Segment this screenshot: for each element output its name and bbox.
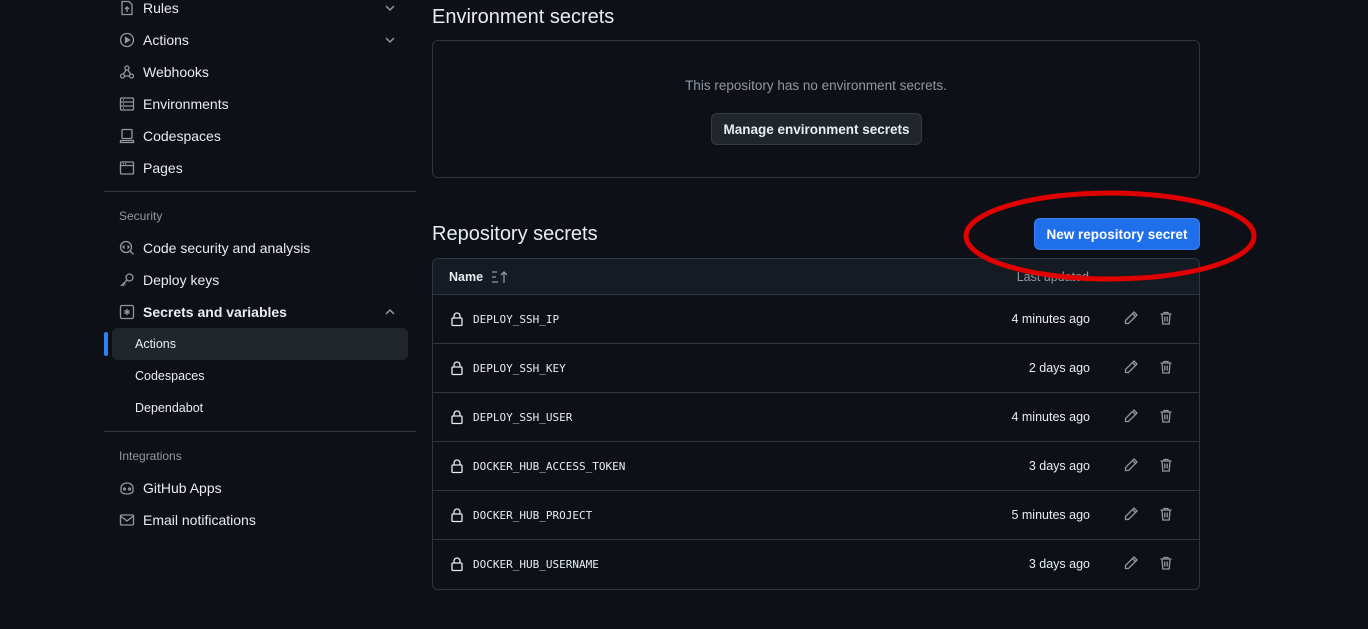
browser-icon — [119, 160, 135, 176]
sidebar-subitem-actions[interactable]: Actions — [104, 328, 408, 360]
secret-name: DEPLOY_SSH_KEY — [473, 362, 566, 375]
secret-updated: 3 days ago — [1028, 459, 1090, 473]
chevron-up-icon[interactable] — [382, 304, 398, 320]
secret-updated: 4 minutes ago — [1011, 410, 1090, 424]
table-row: DOCKER_HUB_ACCESS_TOKEN 3 days ago — [433, 442, 1199, 491]
pencil-icon[interactable] — [1123, 555, 1139, 571]
secret-name: DEPLOY_SSH_IP — [473, 313, 560, 326]
sidebar-item-deploy-keys[interactable]: Deploy keys — [104, 264, 408, 296]
mail-icon — [119, 512, 135, 528]
sidebar-item-label: Rules — [143, 0, 179, 16]
table-row: DOCKER_HUB_PROJECT 5 minutes ago — [433, 491, 1199, 540]
sidebar-item-label: Actions — [135, 337, 176, 351]
sidebar-item-github-apps[interactable]: GitHub Apps — [104, 472, 408, 504]
table-header: Name Last updated — [433, 259, 1199, 295]
trash-icon[interactable] — [1158, 310, 1174, 326]
secret-name: DOCKER_HUB_ACCESS_TOKEN — [473, 460, 626, 473]
sidebar-subitem-dependabot[interactable]: Dependabot — [112, 392, 408, 424]
sidebar-item-secrets-and-variables[interactable]: Secrets and variables — [104, 296, 408, 328]
secret-updated: 3 days ago — [1028, 557, 1090, 571]
webhook-icon — [119, 64, 135, 80]
repository-secrets-title: Repository secrets — [432, 223, 598, 245]
pencil-icon[interactable] — [1123, 359, 1139, 375]
sidebar-section-integrations: Integrations — [119, 449, 182, 463]
sidebar-item-rules[interactable]: Rules — [104, 0, 408, 24]
sidebar-item-label: Codespaces — [143, 128, 221, 144]
sidebar-item-label: Actions — [143, 32, 189, 48]
secret-updated: 4 minutes ago — [1011, 312, 1090, 326]
sidebar-item-code-security[interactable]: Code security and analysis — [104, 232, 408, 264]
lock-icon — [451, 361, 463, 376]
sidebar-item-label: Secrets and variables — [143, 304, 287, 320]
sidebar-item-email-notifications[interactable]: Email notifications — [104, 504, 408, 536]
trash-icon[interactable] — [1158, 457, 1174, 473]
chevron-down-icon[interactable] — [382, 0, 398, 16]
rules-icon — [119, 0, 135, 16]
manage-environment-secrets-button[interactable]: Manage environment secrets — [711, 113, 922, 145]
lock-icon — [451, 459, 463, 474]
active-indicator — [104, 332, 108, 356]
column-last-updated: Last updated — [1016, 270, 1089, 284]
trash-icon[interactable] — [1158, 506, 1174, 522]
trash-icon[interactable] — [1158, 555, 1174, 571]
codescan-icon — [119, 240, 135, 256]
pencil-icon[interactable] — [1123, 310, 1139, 326]
asterisk-icon — [119, 304, 135, 320]
sidebar-item-label: Deploy keys — [143, 272, 220, 288]
secret-updated: 5 minutes ago — [1011, 508, 1090, 522]
sidebar-item-label: Environments — [143, 96, 229, 112]
sidebar-item-label: Webhooks — [143, 64, 209, 80]
pencil-icon[interactable] — [1123, 457, 1139, 473]
environment-secrets-box: This repository has no environment secre… — [432, 40, 1200, 178]
pencil-icon[interactable] — [1123, 506, 1139, 522]
sidebar-item-label: Codespaces — [135, 369, 205, 383]
column-name-label: Name — [449, 270, 484, 284]
sidebar-item-pages[interactable]: Pages — [104, 152, 408, 184]
lock-icon — [451, 508, 463, 523]
sidebar-divider — [104, 191, 416, 192]
sidebar-item-actions[interactable]: Actions — [104, 24, 408, 56]
table-row: DEPLOY_SSH_IP 4 minutes ago — [433, 295, 1199, 344]
sidebar-divider — [104, 431, 416, 432]
chevron-down-icon[interactable] — [382, 32, 398, 48]
sidebar-subitem-codespaces[interactable]: Codespaces — [112, 360, 408, 392]
lock-icon — [451, 312, 463, 327]
sidebar-item-webhooks[interactable]: Webhooks — [104, 56, 408, 88]
secret-name: DOCKER_HUB_USERNAME — [473, 558, 599, 571]
sidebar-item-label: Dependabot — [135, 401, 204, 415]
table-row: DEPLOY_SSH_KEY 2 days ago — [433, 344, 1199, 393]
table-row: DOCKER_HUB_USERNAME 3 days ago — [433, 540, 1199, 589]
codespaces-icon — [119, 128, 135, 144]
settings-sidebar: Rules Actions Webhooks Environments Code… — [104, 0, 416, 536]
sidebar-item-environments[interactable]: Environments — [104, 88, 408, 120]
environment-secrets-title: Environment secrets — [432, 6, 615, 28]
copilot-icon — [119, 480, 135, 496]
column-name[interactable]: Name — [449, 270, 509, 284]
play-icon — [119, 32, 135, 48]
sidebar-item-label: Pages — [143, 160, 183, 176]
sidebar-item-label: Email notifications — [143, 512, 256, 528]
sidebar-item-codespaces[interactable]: Codespaces — [104, 120, 408, 152]
sidebar-item-label: Code security and analysis — [143, 240, 311, 256]
server-icon — [119, 96, 135, 112]
secret-name: DEPLOY_SSH_USER — [473, 411, 573, 424]
table-row: DEPLOY_SSH_USER 4 minutes ago — [433, 393, 1199, 442]
secret-name: DOCKER_HUB_PROJECT — [473, 509, 593, 522]
secret-updated: 2 days ago — [1028, 361, 1090, 375]
trash-icon[interactable] — [1158, 408, 1174, 424]
lock-icon — [451, 410, 463, 425]
sort-icon[interactable] — [491, 270, 509, 284]
sidebar-item-label: GitHub Apps — [143, 480, 222, 496]
trash-icon[interactable] — [1158, 359, 1174, 375]
new-repository-secret-button[interactable]: New repository secret — [1034, 218, 1200, 250]
pencil-icon[interactable] — [1123, 408, 1139, 424]
key-icon — [119, 272, 135, 288]
sidebar-section-security: Security — [119, 209, 163, 223]
repository-secrets-table: Name Last updated DEPLOY_SSH_IP 4 minute… — [432, 258, 1200, 590]
environment-empty-text: This repository has no environment secre… — [685, 78, 947, 93]
lock-icon — [451, 557, 463, 572]
